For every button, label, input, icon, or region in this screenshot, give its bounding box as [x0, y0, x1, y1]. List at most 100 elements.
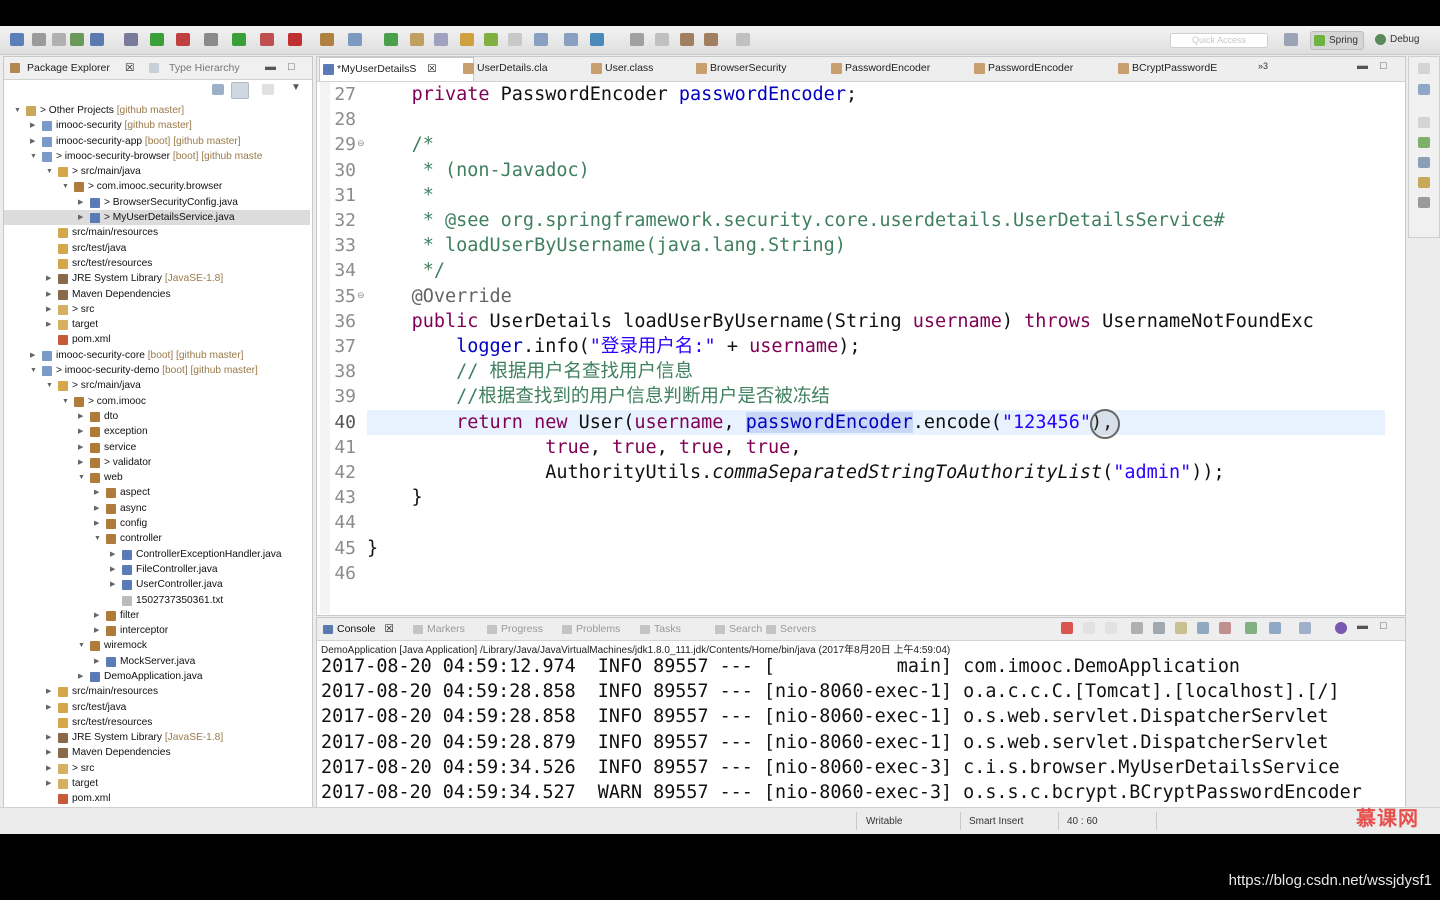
code-line[interactable]: 38 // 根据用户名查找用户信息	[317, 359, 1405, 384]
tree-item[interactable]: ▼ > imooc-security-demo [boot] [github ma…	[4, 363, 310, 378]
fold-toggle-icon[interactable]: ⊖	[357, 138, 365, 149]
code-line[interactable]: 36 public UserDetails loadUserByUsername…	[317, 309, 1405, 334]
close-icon[interactable]: ☒	[424, 63, 436, 75]
minimize-icon[interactable]: ▬	[1357, 620, 1368, 632]
toolbar-action-icon[interactable]	[348, 33, 362, 46]
console-tab[interactable]: Progress	[487, 622, 543, 636]
code-line[interactable]: 41 true, true, true, true,	[317, 435, 1405, 460]
chevron-right-icon[interactable]: ▶	[46, 745, 54, 760]
maximize-icon[interactable]: □	[1380, 620, 1387, 632]
show-on-stdout-icon[interactable]	[1197, 622, 1209, 634]
code-line[interactable]: 37 logger.info("登录用户名:" + username);	[317, 334, 1405, 359]
console-tab[interactable]: Servers	[766, 622, 816, 636]
clear-console-icon[interactable]	[1131, 622, 1143, 634]
chevron-right-icon[interactable]: ▶	[94, 608, 102, 623]
code-line[interactable]: 30 * (non-Javadoc)	[317, 158, 1405, 183]
tree-item[interactable]: ▶ filter	[4, 608, 310, 623]
tree-item[interactable]: ▶ imooc-security [github master]	[4, 118, 310, 133]
tree-item[interactable]: ▼ > imooc-security-browser [boot] [github…	[4, 149, 310, 164]
tree-item[interactable]: ▼ > src/main/java	[4, 378, 310, 393]
quick-access-input[interactable]: Quick Access	[1170, 33, 1268, 48]
tree-item[interactable]: src/test/java	[4, 241, 310, 256]
tree-item[interactable]: ▶ async	[4, 501, 310, 516]
toolbar-action-icon[interactable]	[52, 33, 66, 46]
code-line[interactable]: 43 }	[317, 485, 1405, 510]
toolbar-action-icon[interactable]	[484, 33, 498, 46]
chevron-right-icon[interactable]: ▶	[94, 485, 102, 500]
remove-launch-icon[interactable]	[1083, 622, 1095, 634]
toolbar-action-icon[interactable]	[590, 33, 604, 46]
editor-tab[interactable]: BCryptPasswordE	[1115, 57, 1267, 80]
history-icon[interactable]	[1418, 177, 1430, 188]
toolbar-action-icon[interactable]	[736, 33, 750, 46]
toolbar-action-icon[interactable]	[460, 33, 474, 46]
chevron-right-icon[interactable]: ▶	[46, 776, 54, 791]
console-tab[interactable]: Search	[715, 622, 762, 636]
code-line[interactable]: 35 ⊖ @Override	[317, 284, 1405, 309]
chevron-right-icon[interactable]: ▶	[78, 440, 86, 455]
tree-item[interactable]: ▼ web	[4, 470, 310, 485]
console-tab[interactable]: Console ☒	[323, 622, 394, 636]
editor-tab[interactable]: User.class	[588, 57, 705, 80]
open-perspective-icon[interactable]	[1284, 33, 1298, 46]
chevron-down-icon[interactable]: ▼	[30, 363, 38, 378]
tree-item[interactable]: ▼ > Other Projects [github master]	[4, 103, 310, 118]
toolbar-action-icon[interactable]	[384, 33, 398, 46]
toolbar-action-icon[interactable]	[320, 33, 334, 46]
tree-item[interactable]: src/main/resources	[4, 225, 310, 240]
chevron-down-icon[interactable]: ▼	[30, 149, 38, 164]
toolbar-action-icon[interactable]	[680, 33, 694, 46]
maximize-icon[interactable]: □	[1380, 60, 1387, 72]
toolbar-action-icon[interactable]	[32, 33, 46, 46]
toolbar-action-icon[interactable]	[176, 33, 190, 46]
chevron-right-icon[interactable]: ▶	[30, 348, 38, 363]
junit-icon[interactable]	[1418, 197, 1430, 208]
code-line[interactable]: 34 */	[317, 258, 1405, 283]
tree-item[interactable]: ▶ Maven Dependencies	[4, 287, 310, 302]
tree-item[interactable]: ▶ src/test/java	[4, 700, 310, 715]
pin-console-icon[interactable]	[1245, 622, 1257, 634]
console-tab[interactable]: Problems	[562, 622, 620, 636]
toolbar-action-icon[interactable]	[232, 33, 246, 46]
console-tab[interactable]: Markers	[413, 622, 465, 636]
focus-icon[interactable]	[262, 84, 274, 95]
code-line[interactable]: 40 return new User(username, passwordEnc…	[334, 409, 1385, 435]
tree-item[interactable]: ▶ JRE System Library [JavaSE-1.8]	[4, 730, 310, 745]
editor-tab[interactable]: UserDetails.cla	[460, 57, 601, 80]
restore-icon[interactable]	[1418, 117, 1430, 128]
chevron-down-icon[interactable]: ▼	[46, 164, 54, 179]
show-on-stderr-icon[interactable]	[1219, 622, 1231, 634]
tree-item[interactable]: ▶ target	[4, 776, 310, 791]
spring-boot-icon[interactable]	[1335, 622, 1347, 634]
chevron-right-icon[interactable]: ▶	[46, 684, 54, 699]
code-area[interactable]: 27 private PasswordEncoder passwordEncod…	[317, 82, 1405, 614]
tree-item[interactable]: pom.xml	[4, 791, 310, 806]
editor-tab[interactable]: PasswordEncoder	[971, 57, 1126, 80]
code-line[interactable]: 33 * loadUserByUsername(java.lang.String…	[317, 233, 1405, 258]
chevron-right-icon[interactable]: ▶	[78, 210, 86, 225]
toolbar-action-icon[interactable]	[260, 33, 274, 46]
terminate-icon[interactable]	[1061, 622, 1073, 634]
toolbar-action-icon[interactable]	[564, 33, 578, 46]
tree-item[interactable]: ▼ > com.imooc.security.browser	[4, 179, 310, 194]
chevron-right-icon[interactable]: ▶	[110, 547, 118, 562]
chevron-right-icon[interactable]: ▶	[46, 302, 54, 317]
minimize-icon[interactable]: ▬	[1357, 60, 1368, 72]
tree-item[interactable]: ▶ target	[4, 317, 310, 332]
editor-tab[interactable]: *MyUserDetailsS ☒	[319, 57, 474, 81]
tree-item[interactable]: ▶ Maven Dependencies	[4, 745, 310, 760]
tree-item[interactable]: ▶ > BrowserSecurityConfig.java	[4, 195, 310, 210]
chevron-down-icon[interactable]: ▼	[94, 531, 102, 546]
chevron-right-icon[interactable]: ▶	[78, 409, 86, 424]
chevron-right-icon[interactable]: ▶	[46, 271, 54, 286]
tree-item[interactable]: ▶ DemoApplication.java	[4, 669, 310, 684]
tree-item[interactable]: ▶ ControllerExceptionHandler.java	[4, 547, 310, 562]
tree-item[interactable]: ▶ imooc-security-app [boot] [github maste…	[4, 134, 310, 149]
restore-icon[interactable]	[1418, 63, 1430, 74]
tree-item[interactable]: ▶ > src	[4, 302, 310, 317]
toolbar-action-icon[interactable]	[204, 33, 218, 46]
tree-item[interactable]: ▶ FileController.java	[4, 562, 310, 577]
chevron-down-icon[interactable]: ▼	[78, 638, 86, 653]
tree-item[interactable]: ▼ wiremock	[4, 638, 310, 653]
chevron-down-icon[interactable]: ▼	[78, 470, 86, 485]
